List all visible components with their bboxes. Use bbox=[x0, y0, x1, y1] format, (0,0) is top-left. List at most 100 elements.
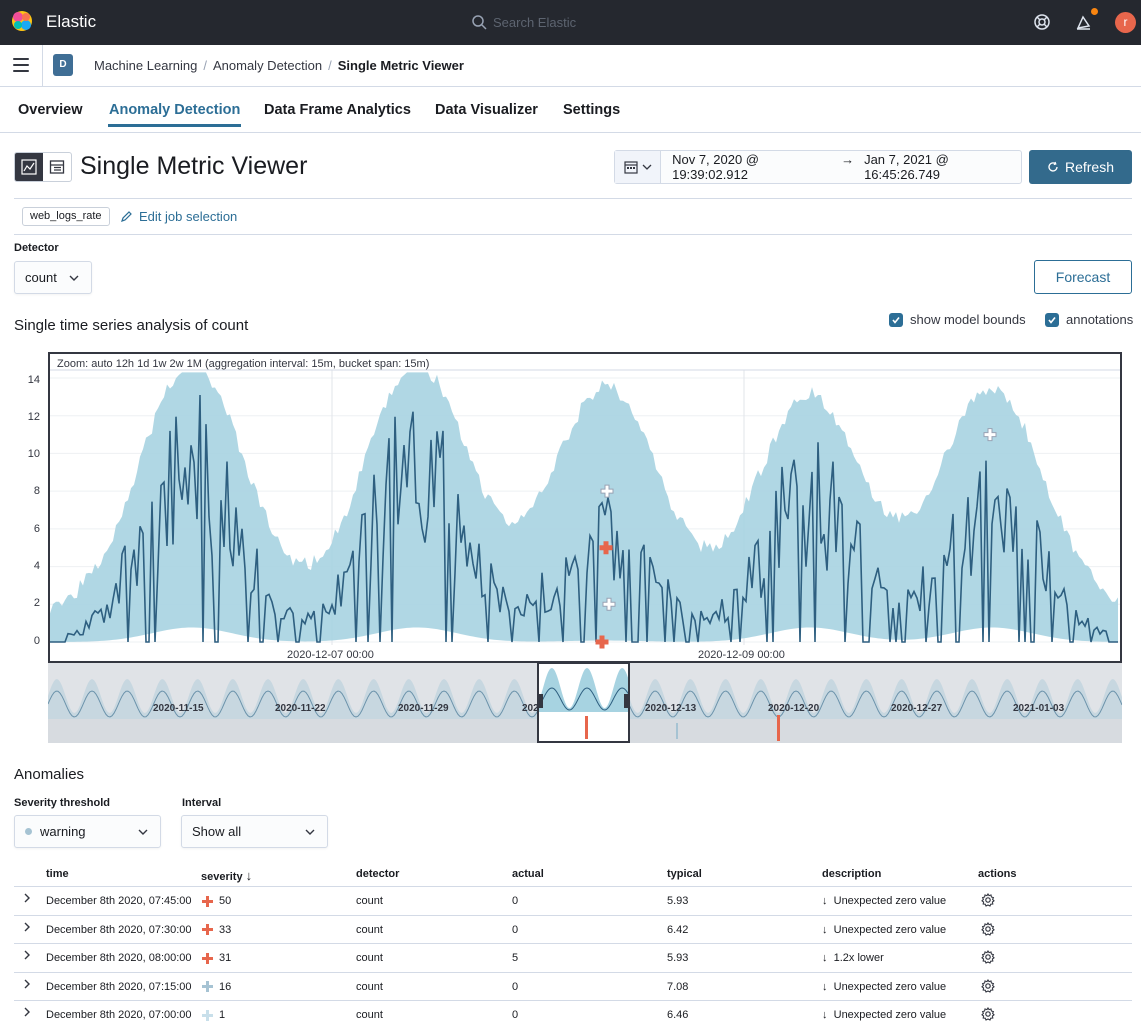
row-actions-gear-icon[interactable] bbox=[981, 1006, 995, 1024]
y-tick-label: 10 bbox=[27, 448, 40, 460]
column-header-time[interactable]: time bbox=[46, 868, 69, 880]
severity-threshold-value: warning bbox=[40, 824, 86, 839]
breadcrumb-anomaly-detection[interactable]: Anomaly Detection bbox=[213, 58, 322, 73]
y-tick-label: 2 bbox=[33, 597, 40, 609]
expand-row-chevron-icon[interactable] bbox=[22, 921, 32, 936]
quick-select-button[interactable] bbox=[615, 151, 662, 183]
refresh-button[interactable]: Refresh bbox=[1029, 150, 1132, 184]
row-actions-gear-icon[interactable] bbox=[981, 978, 995, 996]
edit-job-selection-link[interactable]: Edit job selection bbox=[120, 209, 237, 224]
cell-description: ↓ Unexpected zero value bbox=[822, 1009, 947, 1021]
column-header-description[interactable]: description bbox=[822, 868, 881, 880]
arrow-down-icon: ↓ bbox=[822, 1009, 828, 1021]
severity-threshold-select[interactable]: warning bbox=[14, 815, 161, 848]
row-actions-gear-icon[interactable] bbox=[981, 921, 995, 939]
severity-marker-icon bbox=[202, 1009, 213, 1021]
cell-detector: count bbox=[356, 952, 383, 964]
time-series-chart[interactable] bbox=[48, 352, 1122, 663]
navigator-label: 2020-12-13 bbox=[645, 703, 697, 714]
cell-severity: 33 bbox=[202, 924, 231, 936]
cell-typical: 5.93 bbox=[667, 952, 689, 964]
row-actions-gear-icon[interactable] bbox=[981, 949, 995, 967]
column-header-detector[interactable]: detector bbox=[356, 868, 399, 880]
menu-toggle-icon[interactable] bbox=[13, 58, 29, 72]
interval-value: Show all bbox=[192, 824, 242, 839]
annotations-checkbox[interactable]: annotations bbox=[1045, 312, 1133, 327]
x-tick-label: 2020-12-07 00:00 bbox=[287, 649, 374, 661]
cell-time: December 8th 2020, 07:45:00 bbox=[46, 895, 192, 907]
search-placeholder: Search Elastic bbox=[493, 14, 577, 30]
row-actions-gear-icon[interactable] bbox=[981, 892, 995, 910]
tab-settings[interactable]: Settings bbox=[563, 102, 620, 118]
x-tick-label: 2020-12-09 00:00 bbox=[698, 649, 785, 661]
help-icon[interactable] bbox=[1032, 12, 1052, 32]
tab-data-visualizer[interactable]: Data Visualizer bbox=[435, 102, 538, 118]
interval-select[interactable]: Show all bbox=[181, 815, 328, 848]
elastic-logo-icon[interactable] bbox=[11, 10, 33, 32]
expand-row-chevron-icon[interactable] bbox=[22, 892, 32, 907]
table-row[interactable]: December 8th 2020, 07:15:00 16 count 0 7.08 ↓… bbox=[14, 971, 1132, 1001]
cell-typical: 6.46 bbox=[667, 1009, 689, 1021]
space-avatar[interactable]: D bbox=[53, 54, 73, 76]
breadcrumb-separator: / bbox=[328, 58, 332, 73]
cell-actual: 0 bbox=[512, 1009, 519, 1021]
navigator-label: 2020-11-15 bbox=[153, 703, 204, 714]
navigator-selection-brush[interactable] bbox=[537, 662, 630, 743]
expand-row-chevron-icon[interactable] bbox=[22, 1006, 32, 1021]
tab-data-frame-analytics[interactable]: Data Frame Analytics bbox=[264, 102, 411, 118]
news-feed-icon[interactable] bbox=[1074, 12, 1094, 32]
refresh-icon bbox=[1048, 161, 1058, 172]
top-header: Elastic Search Elastic r bbox=[0, 0, 1141, 45]
navigator-label: 2020-12-20 bbox=[768, 703, 820, 714]
table-row[interactable]: December 8th 2020, 07:00:00 1 count 0 6.46 ↓ … bbox=[14, 1000, 1132, 1029]
breadcrumb-bar: D Machine Learning / Anomaly Detection /… bbox=[0, 45, 1141, 87]
y-tick-label: 6 bbox=[33, 523, 40, 535]
breadcrumb-machine-learning[interactable]: Machine Learning bbox=[94, 58, 197, 73]
cell-actual: 0 bbox=[512, 980, 519, 993]
cell-actual: 0 bbox=[512, 895, 519, 907]
cell-typical: 7.08 bbox=[667, 980, 689, 993]
date-start[interactable]: Nov 7, 2020 @ 19:39:02.912 bbox=[672, 152, 831, 182]
column-header-actions: actions bbox=[978, 868, 1017, 880]
job-divider-line bbox=[14, 234, 1132, 235]
y-tick-label: 4 bbox=[33, 560, 40, 572]
expand-row-chevron-icon[interactable] bbox=[22, 949, 32, 964]
tab-overview[interactable]: Overview bbox=[18, 102, 83, 118]
sort-arrow-icon: ↓ bbox=[245, 868, 253, 883]
severity-score: 16 bbox=[219, 980, 232, 993]
arrow-down-icon: ↓ bbox=[822, 980, 828, 993]
detector-value: count bbox=[25, 270, 57, 285]
zoom-controls[interactable]: Zoom: auto 12h 1d 1w 2w 1M (aggregation … bbox=[57, 358, 429, 370]
cell-time: December 8th 2020, 07:30:00 bbox=[46, 923, 192, 936]
severity-score: 31 bbox=[219, 952, 232, 964]
show-model-bounds-checkbox[interactable]: show model bounds bbox=[889, 312, 1026, 327]
date-end[interactable]: Jan 7, 2021 @ 16:45:26.749 bbox=[864, 152, 1021, 182]
brand-name: Elastic bbox=[46, 12, 97, 31]
column-header-actual[interactable]: actual bbox=[512, 868, 544, 880]
y-tick-label: 14 bbox=[27, 374, 40, 386]
global-search[interactable]: Search Elastic bbox=[472, 11, 672, 33]
cell-description: ↓ Unexpected zero value bbox=[822, 980, 947, 993]
anomaly-explorer-view-button[interactable] bbox=[43, 153, 71, 181]
pencil-icon bbox=[121, 211, 132, 222]
detector-label: Detector bbox=[14, 242, 59, 254]
table-row[interactable]: December 8th 2020, 07:30:00 33 count 0 6.42 ↓… bbox=[14, 914, 1132, 944]
cell-time: December 8th 2020, 08:00:00 bbox=[46, 952, 192, 964]
brush-handle-right bbox=[624, 694, 628, 708]
table-row[interactable]: December 8th 2020, 08:00:00 31 count 5 5.93 ↓… bbox=[14, 943, 1132, 972]
arrow-down-icon: ↓ bbox=[822, 952, 828, 964]
column-header-typical[interactable]: typical bbox=[667, 868, 702, 880]
user-avatar[interactable]: r bbox=[1115, 12, 1136, 33]
forecast-button[interactable]: Forecast bbox=[1034, 260, 1132, 294]
chevron-down-icon bbox=[642, 164, 652, 170]
cell-description: ↓ 1.2x lower bbox=[822, 952, 884, 964]
y-tick-label: 8 bbox=[33, 485, 40, 497]
single-metric-view-button[interactable] bbox=[15, 153, 43, 181]
table-row[interactable]: December 8th 2020, 07:45:00 50 count 0 5.93 ↓… bbox=[14, 886, 1132, 915]
navigator-label: 2020-12-27 bbox=[891, 703, 943, 714]
expand-row-chevron-icon[interactable] bbox=[22, 978, 32, 993]
header-divider bbox=[42, 45, 43, 87]
tab-anomaly-detection[interactable]: Anomaly Detection bbox=[109, 102, 240, 118]
column-header-severity[interactable]: severity ↓ bbox=[201, 868, 252, 883]
detector-select[interactable]: count bbox=[14, 261, 92, 294]
